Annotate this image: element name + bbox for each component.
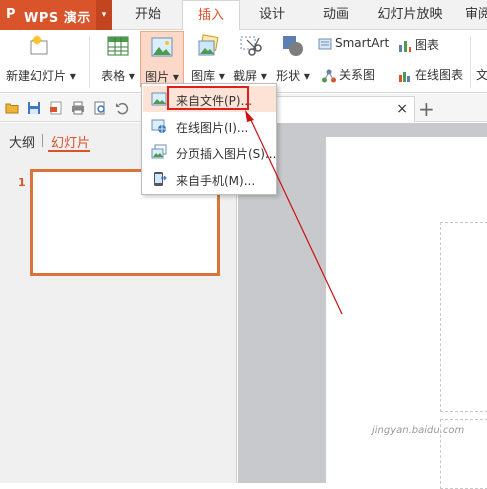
watermark-text: jingyan.baidu.com [372, 425, 465, 436]
annotation-arrow [245, 110, 343, 315]
